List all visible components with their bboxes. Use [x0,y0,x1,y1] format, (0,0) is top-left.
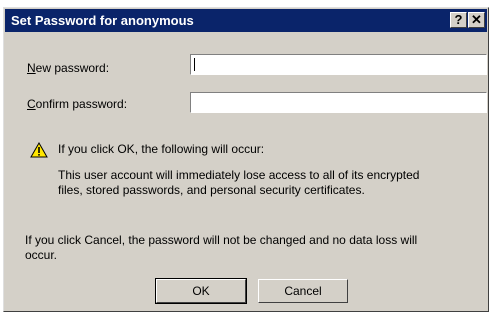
warning-triangle-icon [30,142,48,158]
new-password-label-text: ew password: [35,61,110,75]
set-password-dialog: Set Password for anonymous ? ✕ New passw… [3,7,492,312]
window-title: Set Password for anonymous [11,13,194,28]
cancel-button[interactable]: Cancel [258,279,348,303]
ok-button[interactable]: OK [155,278,247,304]
title-bar[interactable]: Set Password for anonymous ? ✕ [5,9,487,32]
confirm-password-mnemonic: C [27,97,36,111]
confirm-password-label-text: onfirm password: [35,97,128,111]
close-button[interactable]: ✕ [468,12,485,28]
help-button[interactable]: ? [450,12,467,28]
new-password-field[interactable] [190,54,492,75]
confirm-password-input[interactable] [191,93,492,112]
cancel-note-line-2: occur. [25,248,58,262]
new-password-input[interactable] [191,55,492,74]
confirm-password-field[interactable] [190,92,492,113]
close-icon: ✕ [471,12,482,27]
text-caret [194,58,195,71]
cancel-note-line-1: If you click Cancel, the password will n… [25,233,418,247]
warning-heading: If you click OK, the following will occu… [58,142,265,156]
warning-detail-line-2: files, stored passwords, and personal se… [58,183,365,197]
warning-detail-line-1: This user account will immediately lose … [58,168,420,182]
confirm-password-label: Confirm password: [27,97,127,111]
help-icon: ? [454,12,463,27]
new-password-label: New password: [27,61,109,75]
new-password-mnemonic: N [27,61,36,75]
